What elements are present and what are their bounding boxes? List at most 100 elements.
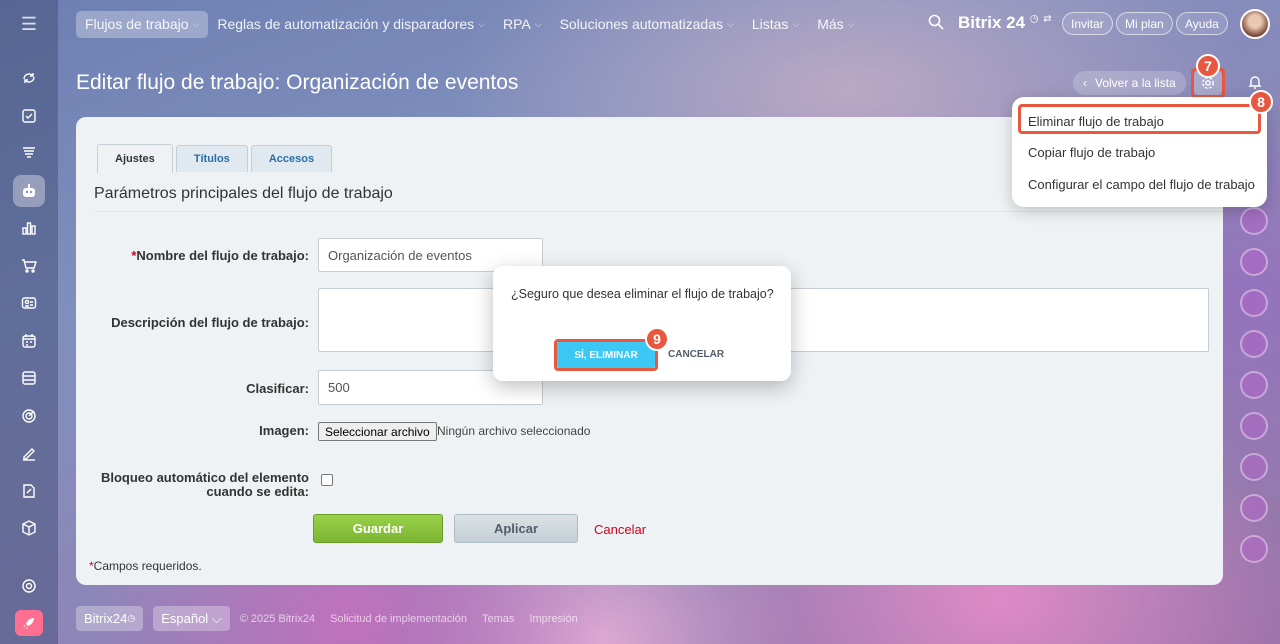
rail-avatar[interactable] <box>1240 289 1268 317</box>
nav-rpa[interactable]: RPA ⌵ <box>494 11 551 38</box>
tab-access[interactable]: Accesos <box>250 145 333 172</box>
tab-settings[interactable]: Ajustes <box>97 144 173 173</box>
sort-label: Clasificar: <box>246 381 309 396</box>
nav-lists[interactable]: Listas ⌵ <box>743 11 808 38</box>
step-badge-9: 9 <box>645 327 669 351</box>
nav-label: Listas <box>751 16 789 32</box>
box-icon[interactable] <box>13 512 45 544</box>
menu-item-copy-workflow[interactable]: Copiar flujo de trabajo <box>1028 145 1155 160</box>
feed-icon[interactable] <box>13 62 45 94</box>
analytics-icon[interactable] <box>13 212 45 244</box>
chevron-left-icon: ‹ <box>1083 76 1087 90</box>
rail-avatar[interactable] <box>1240 207 1268 235</box>
nav-automation-rules[interactable]: Reglas de automatización y disparadores ⌵ <box>208 11 494 38</box>
nav-label: RPA <box>502 16 531 32</box>
select-file-button[interactable]: Seleccionar archivo <box>318 422 437 441</box>
language-selector[interactable]: Español ⌵ <box>153 606 230 631</box>
chevron-down-icon: ⌵ <box>534 18 542 29</box>
contacts-icon[interactable] <box>13 287 45 319</box>
tasks-icon[interactable] <box>13 100 45 132</box>
avatar[interactable] <box>1240 9 1270 39</box>
cancel-link[interactable]: Cancelar <box>594 522 646 537</box>
section-title: Parámetros principales del flujo de trab… <box>94 185 393 202</box>
save-button[interactable]: Guardar <box>313 514 443 543</box>
footer-brand: Bitrix24 <box>84 611 128 626</box>
dialog-question: ¿Seguro que desea eliminar el flujo de t… <box>511 287 774 301</box>
tabs: Ajustes Títulos Accesos <box>97 144 335 173</box>
switch-icon: ⇄ <box>1043 13 1052 25</box>
goals-icon[interactable] <box>13 400 45 432</box>
automation-icon[interactable] <box>13 174 45 207</box>
footer-copyright: © 2025 Bitrix24 <box>239 612 316 625</box>
my-plan-button[interactable]: Mi plan <box>1116 12 1173 35</box>
calendar-icon[interactable] <box>13 325 45 357</box>
confirm-highlight <box>554 339 658 371</box>
chevron-down-icon: ⌵ <box>211 610 222 626</box>
shop-icon[interactable] <box>13 250 45 282</box>
confirm-dialog: ¿Seguro que desea eliminar el flujo de t… <box>493 266 791 381</box>
rail-avatar[interactable] <box>1240 371 1268 399</box>
autolock-line2: cuando se edita: <box>206 484 309 499</box>
footer-link-implementation[interactable]: Solicitud de implementación <box>330 613 467 625</box>
rocket-icon[interactable] <box>15 610 43 636</box>
help-button[interactable]: Ayuda <box>1176 12 1228 35</box>
settings-icon[interactable] <box>13 570 45 602</box>
rail-avatar[interactable] <box>1240 412 1268 440</box>
divider <box>94 211 1223 212</box>
name-label-text: Nombre del flujo de trabajo: <box>136 248 309 263</box>
menu-item-configure-field[interactable]: Configurar el campo del flujo de trabajo <box>1028 177 1255 192</box>
bitrix-logo[interactable]: Bitrix 24 ◷ ⇄ <box>958 13 1052 33</box>
top-nav: Flujos de trabajo ⌵ Reglas de automatizac… <box>76 10 864 38</box>
settings-dropdown: Eliminar flujo de trabajo Copiar flujo d… <box>1012 97 1267 207</box>
menu-item-highlight <box>1018 104 1261 134</box>
menu-icon[interactable]: ☰ <box>13 8 45 40</box>
back-label: Volver a la lista <box>1095 76 1176 90</box>
clock-icon: ◷ <box>1029 13 1039 25</box>
nav-label: Soluciones automatizadas <box>559 16 723 32</box>
file-status: Ningún archivo seleccionado <box>437 424 591 438</box>
name-label: *Nombre del flujo de trabajo: <box>131 248 309 263</box>
chevron-down-icon: ⌵ <box>847 18 855 29</box>
search-icon[interactable] <box>928 14 946 32</box>
rail-avatar[interactable] <box>1240 248 1268 276</box>
apply-button[interactable]: Aplicar <box>454 514 578 543</box>
page-title: Editar flujo de trabajo: Organización de… <box>76 71 519 94</box>
inventory-icon[interactable] <box>13 362 45 394</box>
rail-avatar[interactable] <box>1240 494 1268 522</box>
rail-avatar[interactable] <box>1240 453 1268 481</box>
step-badge-7: 7 <box>1196 54 1220 78</box>
chevron-down-icon: ⌵ <box>792 18 800 29</box>
footer-link-print[interactable]: Impresión <box>529 613 577 625</box>
rail-avatar[interactable] <box>1240 330 1268 358</box>
sign-icon[interactable] <box>13 437 45 469</box>
rail-avatar[interactable] <box>1240 535 1268 563</box>
right-rail <box>1236 207 1272 576</box>
image-label: Imagen: <box>259 423 309 438</box>
invite-button[interactable]: Invitar <box>1062 12 1113 35</box>
nav-label: Flujos de trabajo <box>85 16 189 32</box>
required-note-text: Campos requeridos. <box>93 559 202 573</box>
autolock-line1: Bloqueo automático del elemento <box>100 470 309 485</box>
chevron-down-icon: ⌵ <box>192 18 200 29</box>
back-to-list-button[interactable]: ‹ Volver a la lista <box>1073 71 1186 95</box>
nav-workflows[interactable]: Flujos de trabajo ⌵ <box>76 10 209 38</box>
nav-label: Reglas de automatización y disparadores <box>217 16 475 32</box>
footer-brand-button[interactable]: Bitrix24 ◷ <box>76 606 144 631</box>
autolock-label: Bloqueo automático del elemento cuando se… <box>101 471 309 499</box>
chevron-down-icon: ⌵ <box>478 18 485 29</box>
nav-automated-solutions[interactable]: Soluciones automatizadas ⌵ <box>551 11 743 38</box>
footer-link-themes[interactable]: Temas <box>482 613 514 625</box>
left-sidebar: ☰ <box>0 0 58 644</box>
crm-icon[interactable] <box>13 137 45 169</box>
nav-label: Más <box>817 16 844 32</box>
documents-icon[interactable] <box>13 475 45 507</box>
top-bar: Flujos de trabajo ⌵ Reglas de automatizac… <box>58 0 1280 48</box>
clock-icon: ◷ <box>127 613 136 623</box>
nav-more[interactable]: Más ⌵ <box>808 11 863 38</box>
tab-titles[interactable]: Títulos <box>175 145 248 172</box>
footer: Bitrix24 ◷ Español ⌵ © 2025 Bitrix24 Soli… <box>76 606 583 631</box>
language-label: Español <box>161 611 209 626</box>
dialog-cancel-button[interactable]: CANCELAR <box>668 349 724 360</box>
step-badge-8: 8 <box>1249 90 1273 114</box>
autolock-checkbox[interactable] <box>321 474 333 486</box>
